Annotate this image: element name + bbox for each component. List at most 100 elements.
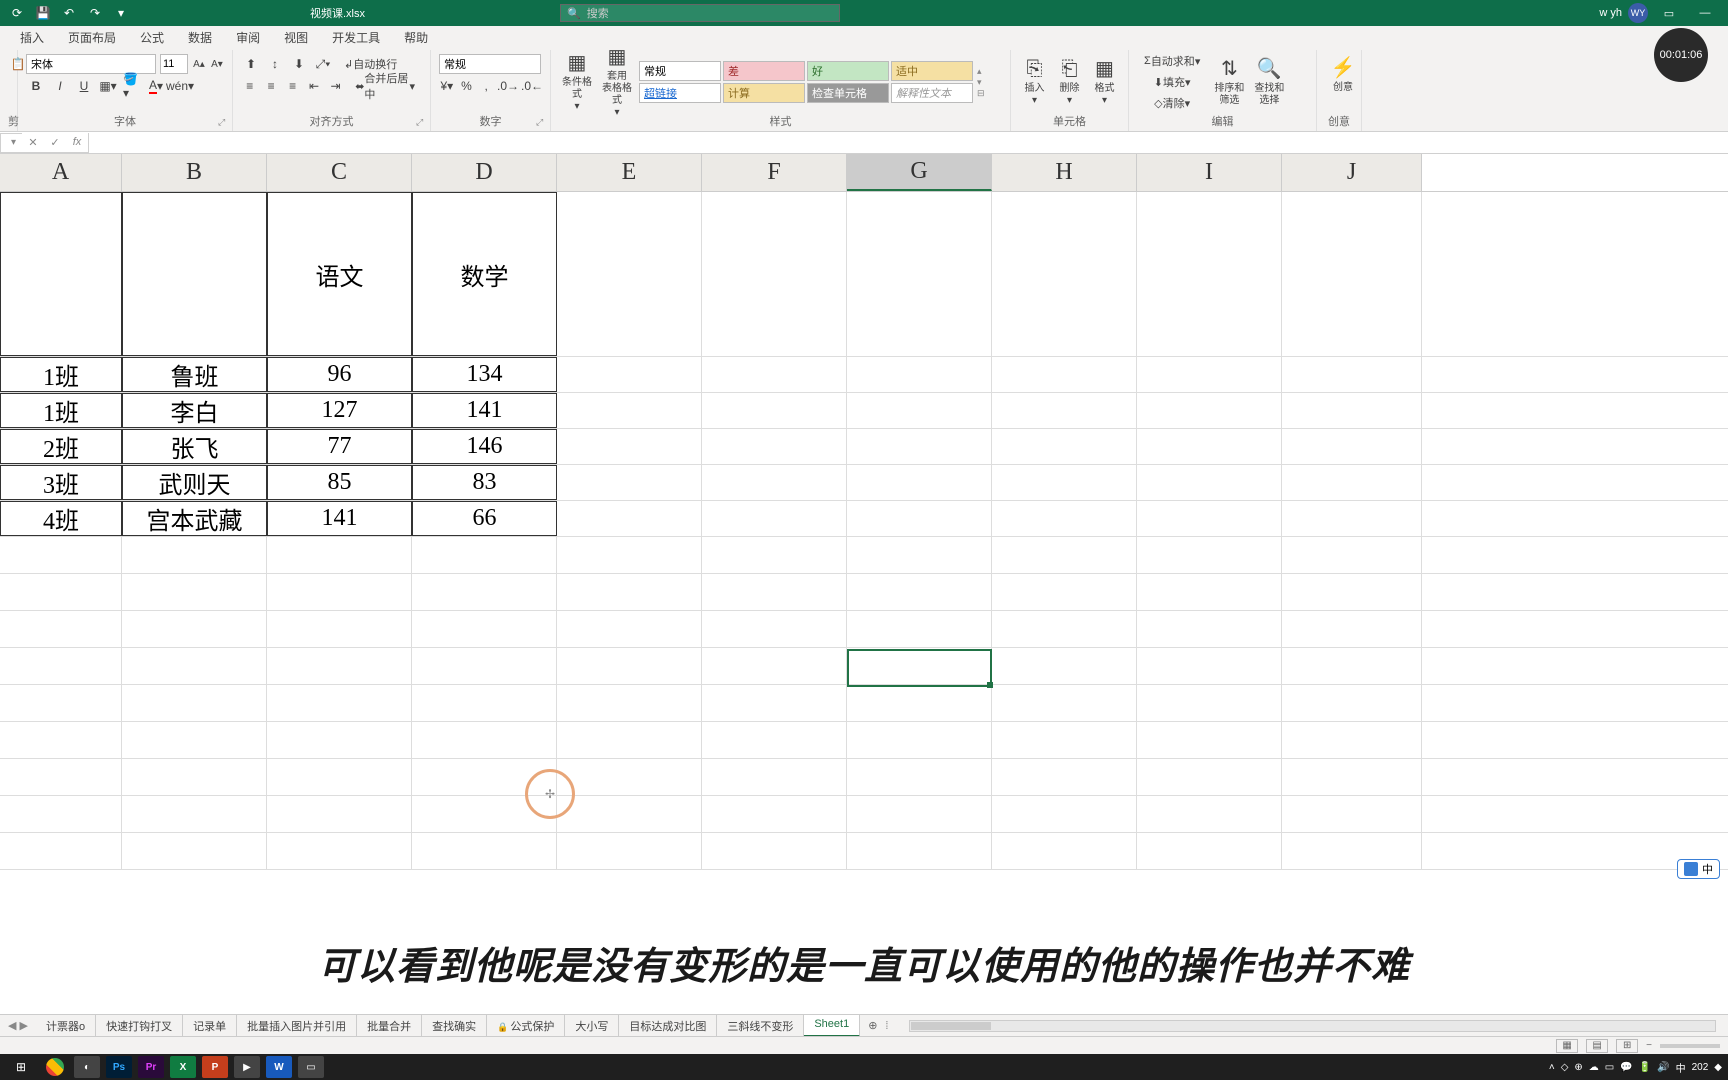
ribbon-tab-insert[interactable]: 插入 xyxy=(8,25,56,50)
cell[interactable] xyxy=(702,796,847,832)
format-cells-button[interactable]: ▦格式▾ xyxy=(1089,61,1120,103)
cell[interactable] xyxy=(1137,759,1282,795)
col-header-e[interactable]: E xyxy=(557,154,702,191)
cell[interactable] xyxy=(1282,722,1422,758)
horizontal-scrollbar[interactable] xyxy=(909,1020,1716,1032)
bold-button[interactable]: B xyxy=(26,76,46,96)
zoom-slider[interactable] xyxy=(1660,1044,1720,1048)
cell[interactable]: 141 xyxy=(412,393,557,428)
col-header-i[interactable]: I xyxy=(1137,154,1282,191)
col-header-h[interactable]: H xyxy=(992,154,1137,191)
cell[interactable] xyxy=(557,833,702,869)
cell[interactable] xyxy=(122,192,267,356)
cell[interactable] xyxy=(1137,465,1282,500)
cell[interactable] xyxy=(122,537,267,573)
cell[interactable] xyxy=(992,501,1137,536)
cell[interactable] xyxy=(122,648,267,684)
name-box[interactable]: ▾ xyxy=(0,133,22,153)
ribbon-tab-formulas[interactable]: 公式 xyxy=(128,25,176,50)
tray-lang-label[interactable]: 中 xyxy=(1676,1060,1686,1075)
cell[interactable] xyxy=(267,574,412,610)
taskbar-app-premiere[interactable]: Pr xyxy=(138,1056,164,1078)
cell[interactable] xyxy=(992,796,1137,832)
style-good[interactable]: 好 xyxy=(807,61,889,81)
cell[interactable]: 鲁班 xyxy=(122,357,267,392)
cell[interactable] xyxy=(992,685,1137,721)
style-calc[interactable]: 计算 xyxy=(723,83,805,103)
col-header-d[interactable]: D xyxy=(412,154,557,191)
col-header-b[interactable]: B xyxy=(122,154,267,191)
cell[interactable] xyxy=(412,722,557,758)
undo-icon[interactable]: ↶ xyxy=(60,4,78,22)
cancel-formula-icon[interactable]: ✕ xyxy=(22,133,44,153)
cell[interactable]: 141 xyxy=(267,501,412,536)
tray-icon[interactable]: 🔋 xyxy=(1639,1062,1651,1073)
styles-scroll-up-icon[interactable]: ▴ xyxy=(977,66,985,77)
cell[interactable] xyxy=(557,429,702,464)
cell[interactable] xyxy=(412,759,557,795)
cell[interactable] xyxy=(557,501,702,536)
cell[interactable] xyxy=(847,429,992,464)
cell[interactable]: 3班 xyxy=(0,465,122,500)
cell[interactable] xyxy=(122,574,267,610)
col-header-a[interactable]: A xyxy=(0,154,122,191)
cell[interactable] xyxy=(412,537,557,573)
style-normal[interactable]: 常规 xyxy=(639,61,721,81)
cell[interactable] xyxy=(992,192,1137,356)
cell[interactable] xyxy=(847,648,992,684)
cell[interactable] xyxy=(1137,537,1282,573)
align-right-icon[interactable]: ≡ xyxy=(284,76,301,96)
cell[interactable] xyxy=(412,648,557,684)
search-box[interactable]: 🔍 搜索 xyxy=(560,4,840,22)
comma-icon[interactable]: , xyxy=(478,76,494,96)
ribbon-tab-dev[interactable]: 开发工具 xyxy=(320,25,392,50)
cell[interactable] xyxy=(412,611,557,647)
taskbar-app-photoshop[interactable]: Ps xyxy=(106,1056,132,1078)
insert-cells-button[interactable]: ⎘插入▾ xyxy=(1019,61,1050,103)
cell[interactable]: 李白 xyxy=(122,393,267,428)
tray-icon[interactable]: ⊕ xyxy=(1574,1062,1582,1073)
decrease-font-icon[interactable]: A▾ xyxy=(210,54,224,74)
underline-button[interactable]: U xyxy=(74,76,94,96)
cell[interactable] xyxy=(702,759,847,795)
cell[interactable] xyxy=(847,192,992,356)
ideas-button[interactable]: ⚡创意 xyxy=(1325,54,1361,96)
cell[interactable] xyxy=(702,393,847,428)
cell[interactable] xyxy=(1282,357,1422,392)
align-middle-icon[interactable]: ↕ xyxy=(265,54,285,74)
cell[interactable] xyxy=(702,192,847,356)
cell[interactable] xyxy=(557,465,702,500)
cell[interactable] xyxy=(702,429,847,464)
cell[interactable] xyxy=(992,393,1137,428)
page-layout-view-icon[interactable]: ▤ xyxy=(1586,1039,1608,1053)
cell[interactable]: 96 xyxy=(267,357,412,392)
cell[interactable] xyxy=(1282,833,1422,869)
cell[interactable] xyxy=(1137,574,1282,610)
ribbon-display-icon[interactable]: ▭ xyxy=(1654,0,1684,26)
taskbar-app[interactable] xyxy=(42,1056,68,1078)
ribbon-tab-data[interactable]: 数据 xyxy=(176,25,224,50)
sheet-tab[interactable]: Sheet1 xyxy=(804,1015,860,1037)
cell[interactable]: 宫本武藏 xyxy=(122,501,267,536)
cell[interactable] xyxy=(702,648,847,684)
cell[interactable] xyxy=(847,574,992,610)
sheet-tab[interactable]: 🔒公式保护 xyxy=(487,1015,565,1037)
cell[interactable] xyxy=(1137,833,1282,869)
sort-filter-button[interactable]: ⇅排序和筛选 xyxy=(1211,61,1247,103)
cell[interactable]: 数学 xyxy=(412,192,557,356)
decrease-decimal-icon[interactable]: .0← xyxy=(522,76,542,96)
cell[interactable] xyxy=(992,759,1137,795)
border-button[interactable]: ▦▾ xyxy=(98,76,118,96)
cell[interactable] xyxy=(1137,357,1282,392)
user-avatar[interactable]: WY xyxy=(1628,3,1648,23)
style-hyperlink[interactable]: 超链接 xyxy=(639,83,721,103)
redo-icon[interactable]: ↷ xyxy=(86,4,104,22)
qat-more-icon[interactable]: ▾ xyxy=(112,4,130,22)
cell[interactable] xyxy=(267,537,412,573)
cell[interactable] xyxy=(1137,393,1282,428)
cell[interactable] xyxy=(702,611,847,647)
cell[interactable] xyxy=(122,759,267,795)
cell[interactable] xyxy=(267,796,412,832)
cell[interactable] xyxy=(702,357,847,392)
cell[interactable] xyxy=(122,685,267,721)
